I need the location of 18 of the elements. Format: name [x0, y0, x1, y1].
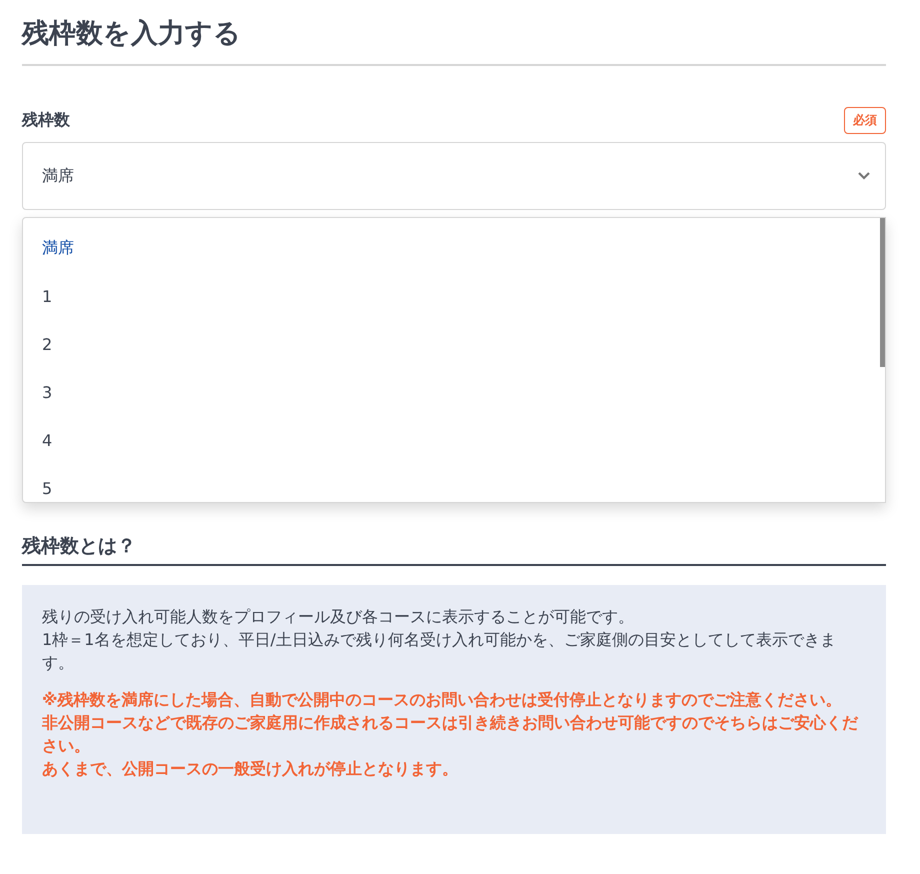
- dropdown-option[interactable]: 2: [23, 320, 879, 368]
- dropdown-option[interactable]: 4: [23, 416, 879, 464]
- section-heading: 残枠数とは？: [22, 534, 136, 559]
- scrollbar-thumb[interactable]: [880, 218, 885, 367]
- chevron-down-icon: [857, 171, 871, 181]
- page-title: 残枠数を入力する: [22, 17, 241, 51]
- description-text: 残りの受け入れ可能人数をプロフィール及び各コースに表示することが可能です。: [42, 606, 635, 628]
- field-label: 残枠数: [22, 110, 70, 130]
- dropdown-option[interactable]: 3: [23, 368, 879, 416]
- dropdown-option[interactable]: 1: [23, 272, 879, 320]
- warning-text: あくまで、公開コースの一般受け入れが停止となります。: [42, 758, 459, 780]
- dropdown-option[interactable]: 5: [23, 464, 879, 502]
- dropdown-option[interactable]: 満席: [23, 224, 879, 272]
- warning-text: 非公開コースなどで既存のご家庭用に作成されるコースは引き続きお問い合わせ可能ですのでそちらはご安心ください。: [42, 712, 860, 757]
- warning-text: ※残枠数を満席にした場合、自動で公開中のコースのお問い合わせは受付停止となりますのでご注意ください。: [42, 689, 843, 711]
- slot-select[interactable]: 満席: [22, 142, 886, 210]
- description-text: 1枠＝1名を想定しており、平日/土日込みで残り何名受け入れ可能かを、ご家庭側の目安としてして表示できます。: [42, 629, 837, 674]
- required-badge: 必須: [844, 106, 886, 134]
